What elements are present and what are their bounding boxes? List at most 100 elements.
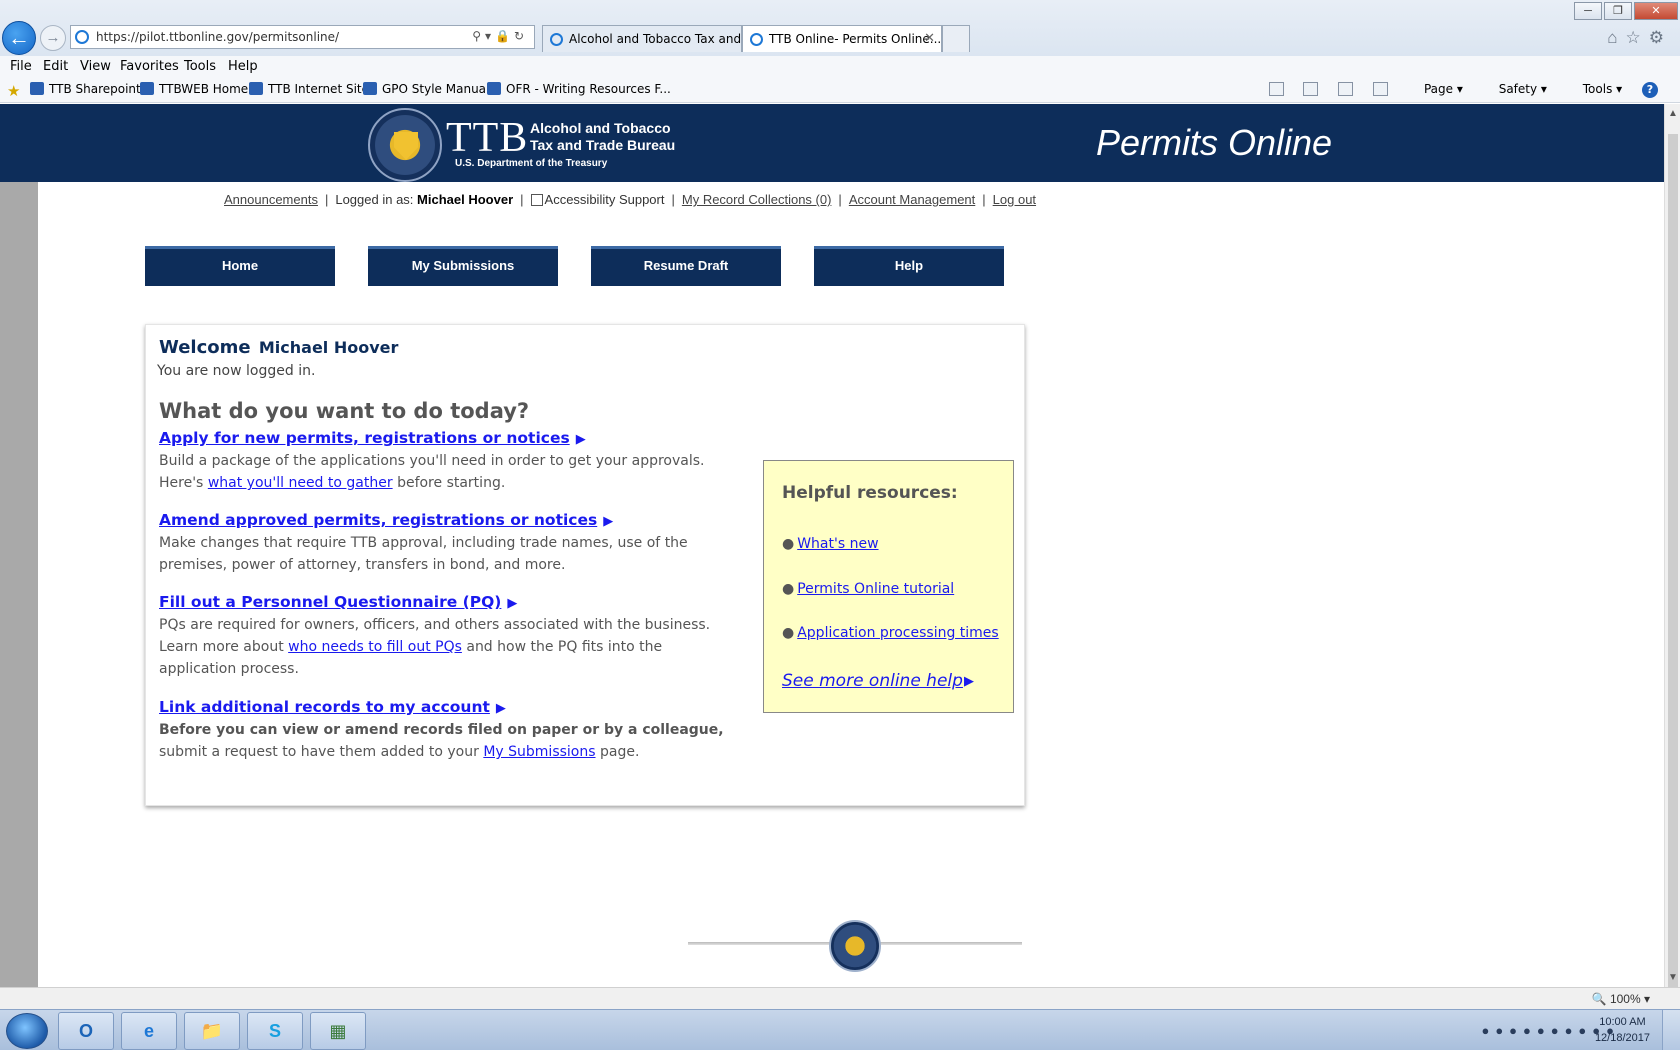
page-icon (487, 82, 501, 95)
restore-button[interactable]: ❐ (1604, 2, 1632, 20)
tab-label: Alcohol and Tobacco Tax and ... (569, 32, 742, 46)
nav-my-submissions-button[interactable]: My Submissions (368, 246, 558, 286)
forward-button[interactable]: → (40, 25, 66, 51)
minimize-button[interactable]: ─ (1574, 2, 1602, 20)
logged-in-label: Logged in as: (335, 192, 414, 207)
nav-resume-draft-button[interactable]: Resume Draft (591, 246, 781, 286)
menu-help[interactable]: Help (228, 59, 258, 74)
vertical-scrollbar[interactable]: ▲ ▼ (1664, 104, 1680, 989)
amend-permits-link[interactable]: Amend approved permits, registrations or… (159, 511, 597, 529)
nav-home-button[interactable]: Home (145, 246, 335, 286)
feeds-icon[interactable] (1303, 82, 1319, 96)
mail-icon[interactable] (1338, 82, 1354, 96)
tab-permits-online[interactable]: TTB Online- Permits Online... ✕ (742, 25, 942, 52)
tools-menu[interactable]: Tools ▾ (1567, 82, 1622, 96)
menu-edit[interactable]: Edit (43, 59, 68, 74)
home-icon[interactable] (1268, 82, 1284, 96)
clock-date: 12/18/2017 (1594, 1032, 1650, 1044)
apply-permits-link[interactable]: Apply for new permits, registrations or … (159, 429, 570, 447)
fav-ttb-internet-site[interactable]: TTB Internet Site (249, 82, 369, 96)
page-menu[interactable]: Page ▾ (1408, 82, 1463, 96)
resource-item: ● Application processing times (782, 625, 999, 641)
tutorial-link[interactable]: Permits Online tutorial (797, 581, 954, 597)
link-records-link[interactable]: Link additional records to my account (159, 698, 490, 716)
accessibility-checkbox[interactable] (530, 194, 543, 206)
task-pq: Fill out a Personnel Questionnaire (PQ) ▶… (159, 593, 739, 680)
back-button[interactable]: ← (2, 21, 36, 55)
menu-tools[interactable]: Tools (184, 59, 216, 74)
browser-toolbar-icons: ⌂☆⚙ (1607, 28, 1672, 48)
what-to-gather-link[interactable]: what you'll need to gather (208, 475, 393, 491)
login-status: You are now logged in. (157, 363, 316, 379)
fav-gpo-style-manual[interactable]: GPO Style Manual (363, 82, 489, 96)
task-question-heading: What do you want to do today? (159, 399, 530, 423)
nav-help-button[interactable]: Help (814, 246, 1004, 286)
ie-tab-icon (750, 33, 763, 46)
home-icon[interactable]: ⌂ (1607, 28, 1625, 47)
account-management-link[interactable]: Account Management (849, 192, 975, 207)
my-submissions-inline-link[interactable]: My Submissions (483, 744, 595, 760)
address-bar[interactable]: https://pilot.ttbonline.gov/permitsonlin… (70, 25, 535, 49)
close-tab-icon[interactable]: ✕ (924, 31, 935, 46)
scroll-up-icon[interactable]: ▲ (1668, 108, 1678, 119)
scroll-thumb[interactable] (1668, 134, 1678, 989)
taskbar-clock[interactable]: 10:00 AM 12/18/2017 (1595, 1014, 1650, 1046)
menu-view[interactable]: View (80, 59, 111, 74)
start-button[interactable] (6, 1013, 48, 1049)
show-desktop-button[interactable] (1662, 1010, 1680, 1050)
resource-item: ● What's new (782, 536, 879, 552)
settings-gear-icon[interactable]: ⚙ (1649, 28, 1672, 47)
site-title: Permits Online (1096, 122, 1333, 163)
internet-explorer-taskbar-icon[interactable]: e (121, 1012, 177, 1050)
favorites-star-icon[interactable]: ★ (7, 82, 20, 100)
record-collections-link[interactable]: My Record Collections (0) (682, 192, 832, 207)
scroll-down-icon[interactable]: ▼ (1668, 972, 1678, 983)
task-link-records: Link additional records to my account ▶ B… (159, 698, 739, 763)
ie-page-icon (75, 30, 89, 44)
welcome-heading: Welcome Michael Hoover (159, 337, 399, 358)
fav-ttb-sharepoint[interactable]: TTB Sharepoint (30, 82, 141, 96)
print-icon[interactable] (1373, 82, 1389, 96)
department-name: U.S. Department of the Treasury (455, 158, 608, 169)
processing-times-link[interactable]: Application processing times (797, 625, 999, 641)
app-taskbar-icon[interactable]: ▦ (310, 1012, 366, 1050)
bureau-name-line1: Alcohol and Tobacco (530, 120, 671, 136)
see-more-help-link[interactable]: See more online help (782, 671, 963, 691)
menu-favorites[interactable]: Favorites (120, 59, 179, 74)
task-apply: Apply for new permits, registrations or … (159, 429, 739, 494)
file-explorer-taskbar-icon[interactable]: 📁 (184, 1012, 240, 1050)
windows-taskbar: O e 📁 S ▦ ●●●●●●●●●● 10:00 AM 12/18/2017 (0, 1009, 1680, 1050)
menu-file[interactable]: File (10, 59, 32, 74)
safety-menu[interactable]: Safety ▾ (1483, 82, 1547, 96)
announcements-link[interactable]: Announcements (224, 192, 318, 207)
page-icon (140, 82, 154, 95)
help-icon[interactable]: ? (1642, 82, 1658, 98)
left-gutter (0, 182, 38, 987)
ttb-seal-logo (368, 108, 442, 182)
skype-taskbar-icon[interactable]: S (247, 1012, 303, 1050)
ttb-seal-icon (249, 82, 263, 95)
fav-ttbweb-home[interactable]: TTBWEB Home (140, 82, 248, 96)
gpo-icon (363, 82, 377, 95)
favorites-bar: ★ TTB Sharepoint TTBWEB Home TTB Interne… (0, 78, 1680, 103)
ttb-logo-text: TTB (446, 115, 529, 161)
zoom-level[interactable]: 🔍 100% ▾ (1592, 992, 1650, 1006)
task-description: Build a package of the applications you'… (159, 453, 705, 491)
welcome-panel: Welcome Michael Hoover You are now logge… (145, 324, 1025, 806)
close-window-button[interactable]: ✕ (1634, 2, 1678, 20)
search-refresh-icons[interactable]: ⚲▾🔒↻ (472, 29, 528, 43)
accessibility-label[interactable]: Accessibility Support (545, 192, 665, 207)
new-tab-button[interactable] (942, 25, 970, 52)
favorites-star-icon[interactable]: ☆ (1626, 28, 1649, 47)
personnel-questionnaire-link[interactable]: Fill out a Personnel Questionnaire (PQ) (159, 593, 501, 611)
outlook-taskbar-icon[interactable]: O (58, 1012, 114, 1050)
whats-new-link[interactable]: What's new (797, 536, 878, 552)
who-needs-pq-link[interactable]: who needs to fill out PQs (288, 639, 462, 655)
fav-ofr-writing-resources[interactable]: OFR - Writing Resources F... (487, 82, 671, 96)
logout-link[interactable]: Log out (993, 192, 1036, 207)
arrow-right-icon: ▶ (575, 432, 586, 447)
tab-ttb-home[interactable]: Alcohol and Tobacco Tax and ... (542, 25, 742, 52)
address-url[interactable]: https://pilot.ttbonline.gov/permitsonlin… (96, 30, 339, 44)
logged-in-user: Michael Hoover (417, 192, 514, 207)
task-description: Make changes that require TTB approval, … (159, 535, 688, 573)
